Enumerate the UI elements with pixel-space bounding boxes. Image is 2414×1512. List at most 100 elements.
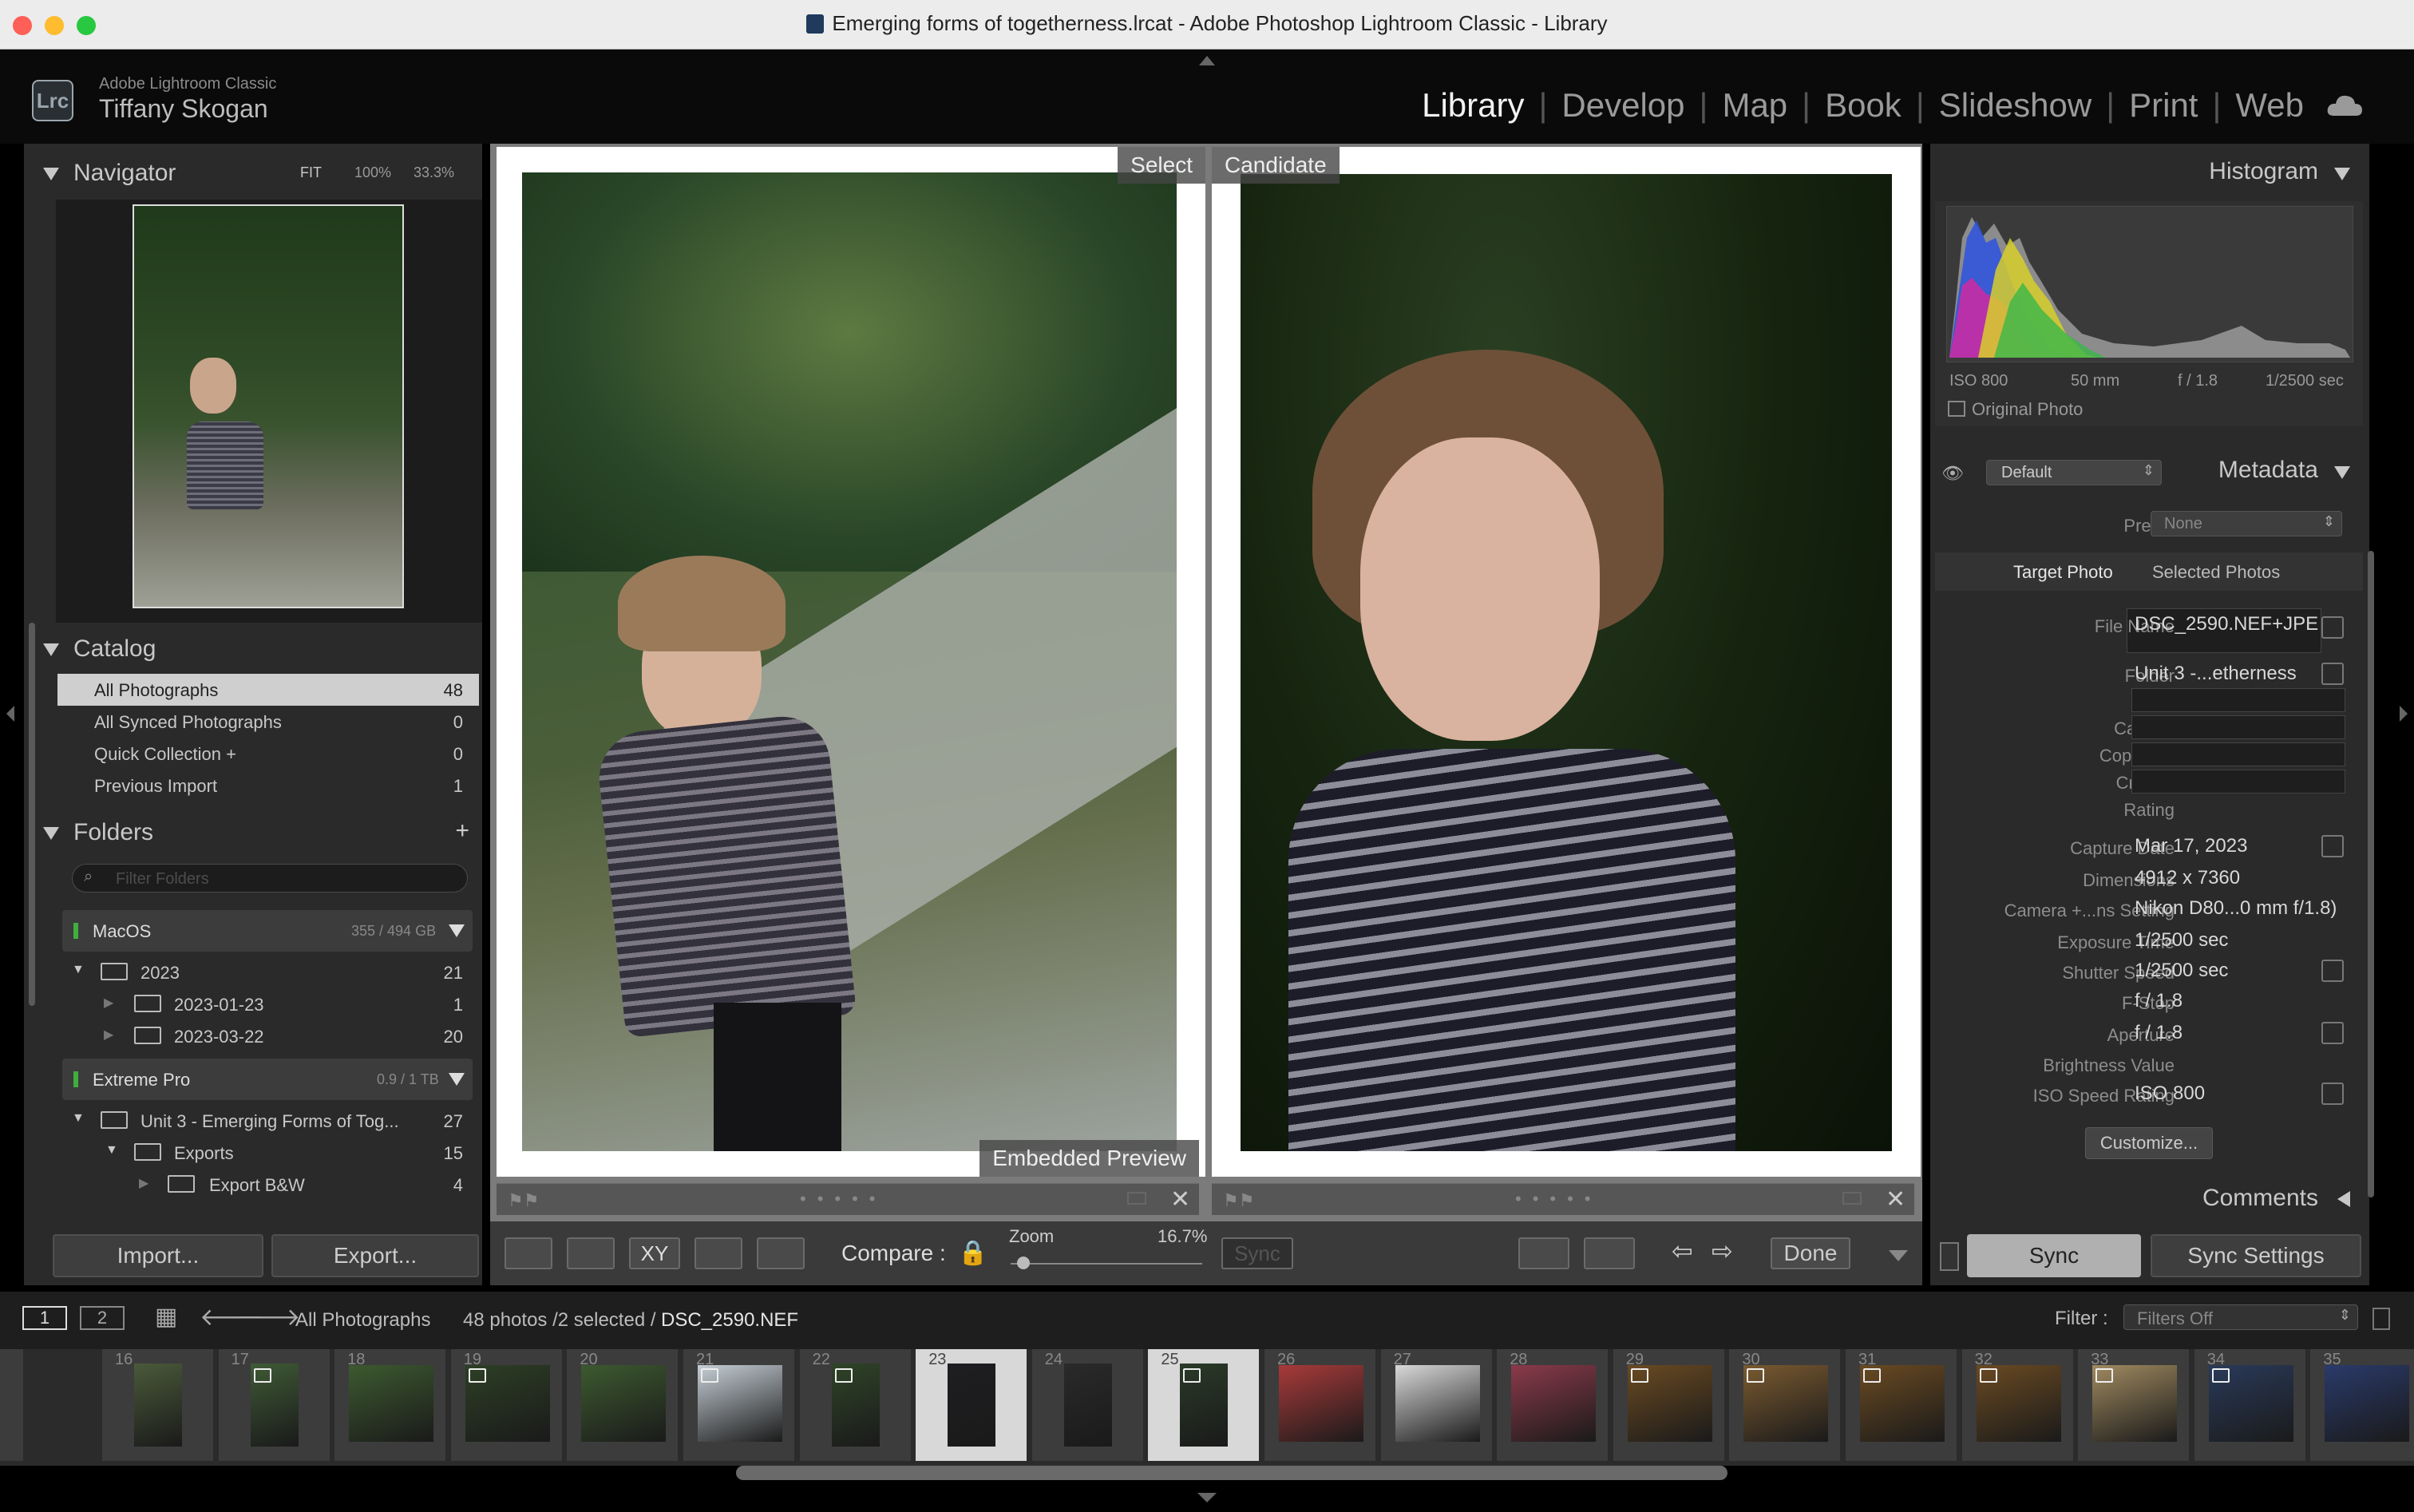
import-button[interactable]: Import... <box>53 1234 263 1277</box>
folder-filter-input[interactable]: ⌕ Filter Folders <box>72 864 468 893</box>
catalog-header[interactable]: Catalog <box>29 631 479 667</box>
filmstrip-cell[interactable]: 17 <box>218 1349 332 1461</box>
filmstrip-cell[interactable]: 35 <box>2310 1349 2414 1461</box>
module-develop[interactable]: Develop <box>1561 86 1684 125</box>
metadata-empty-field[interactable] <box>2131 742 2345 766</box>
zoom-fit[interactable]: FIT <box>300 164 322 181</box>
customize-button[interactable]: Customize... <box>2085 1127 2213 1159</box>
filmstrip-cell[interactable]: 27 <box>1380 1349 1494 1461</box>
filmstrip-cell[interactable]: 32 <box>1961 1349 2076 1461</box>
done-button[interactable]: Done <box>1771 1237 1850 1269</box>
candidate-photo[interactable] <box>1241 174 1892 1151</box>
filmstrip-cell[interactable]: 23 <box>916 1349 1030 1461</box>
flag-icons[interactable]: ⚑⚑ <box>1223 1190 1254 1211</box>
filter-select[interactable]: Filters Off ⇕ <box>2123 1304 2358 1330</box>
zoom-slider-track[interactable] <box>1011 1263 1202 1265</box>
module-web[interactable]: Web <box>2235 86 2304 125</box>
catalog-item-previous-import[interactable]: Previous Import 1 <box>57 770 479 802</box>
original-photo-checkbox[interactable] <box>1948 401 1965 417</box>
histogram-header[interactable]: Histogram <box>1930 155 2369 192</box>
volume-menu-icon[interactable] <box>449 924 465 937</box>
grid-view-icon[interactable] <box>505 1237 552 1269</box>
compare-view-icon[interactable]: XY <box>629 1237 680 1269</box>
filmstrip-cell[interactable]: 26 <box>1264 1349 1378 1461</box>
people-view-icon[interactable] <box>757 1237 805 1269</box>
screen1-button[interactable]: 1 <box>22 1306 67 1330</box>
module-map[interactable]: Map <box>1722 86 1787 125</box>
filmstrip-cell[interactable]: 24 <box>1031 1349 1146 1461</box>
rating-dots[interactable]: ••••• <box>800 1189 887 1209</box>
color-label-icon[interactable] <box>1842 1192 1862 1205</box>
sync-button-disabled[interactable]: Sync <box>1221 1237 1293 1269</box>
color-label-icon[interactable] <box>1127 1192 1146 1205</box>
metadata-preset-set-select[interactable]: Default ⇕ <box>1986 460 2162 485</box>
module-slideshow[interactable]: Slideshow <box>1939 86 2091 125</box>
zoom-slider-thumb[interactable] <box>1017 1257 1030 1269</box>
left-panel-scrollbar[interactable] <box>29 623 35 1006</box>
filmstrip-cell[interactable]: 30 <box>1729 1349 1843 1461</box>
metadata-action-icon[interactable] <box>2321 1022 2344 1044</box>
metadata-value[interactable]: DSC_2590.NEF+JPE <box>2135 613 2318 635</box>
metadata-empty-field[interactable] <box>2131 688 2345 712</box>
metadata-empty-field[interactable] <box>2131 770 2345 794</box>
navigator-preview[interactable] <box>56 200 482 623</box>
collapse-left-panel-icon[interactable] <box>6 706 14 722</box>
collapse-filmstrip-icon[interactable] <box>1197 1493 1217 1502</box>
tab-selected-photos[interactable]: Selected Photos <box>2152 562 2280 583</box>
metadata-action-icon[interactable] <box>2321 960 2344 982</box>
filmstrip-cell[interactable]: 22 <box>799 1349 913 1461</box>
zoom-custom[interactable]: 33.3% <box>414 164 454 181</box>
filmstrip-cell[interactable]: 29 <box>1613 1349 1727 1461</box>
preset-select[interactable]: None ⇕ <box>2151 511 2342 536</box>
add-folder-icon[interactable]: + <box>455 817 469 845</box>
module-print[interactable]: Print <box>2129 86 2198 125</box>
filmstrip-cell[interactable] <box>0 1349 26 1461</box>
folder-2023-01-23[interactable]: ▶ 2023-01-23 1 <box>57 988 479 1020</box>
sync-metadata-button[interactable]: Sync <box>1967 1234 2141 1277</box>
sync-settings-button[interactable]: Sync Settings <box>2151 1234 2361 1277</box>
right-panel-scrollbar[interactable] <box>2368 551 2374 1197</box>
filmstrip-filename[interactable]: DSC_2590.NEF <box>661 1309 798 1332</box>
filmstrip-cell[interactable]: 16 <box>102 1349 216 1461</box>
screen2-button[interactable]: 2 <box>80 1306 125 1330</box>
export-button[interactable]: Export... <box>271 1234 479 1277</box>
folder-export-bw[interactable]: ▶ Export B&W 4 <box>57 1169 479 1201</box>
close-select-icon[interactable]: ✕ <box>1170 1185 1190 1213</box>
loupe-view-icon[interactable] <box>567 1237 615 1269</box>
volume-extreme-pro[interactable]: Extreme Pro 0.9 / 1 TB <box>62 1059 473 1100</box>
forward-arrow-icon[interactable]: 🡒 <box>236 1303 300 1332</box>
folder-exports[interactable]: ▼ Exports 15 <box>57 1137 479 1169</box>
catalog-item-synced[interactable]: All Synced Photographs 0 <box>57 706 479 738</box>
filmstrip-cell[interactable]: 20 <box>567 1349 681 1461</box>
toolbar-menu-icon[interactable] <box>1889 1250 1908 1261</box>
swap-icon[interactable] <box>1518 1237 1569 1269</box>
auto-sync-switch[interactable] <box>1940 1242 1959 1271</box>
metadata-action-icon[interactable] <box>2321 616 2344 639</box>
collapse-right-panel-icon[interactable] <box>2400 706 2408 722</box>
close-candidate-icon[interactable]: ✕ <box>1886 1185 1905 1213</box>
metadata-header[interactable]: 👁 Default ⇕ Metadata <box>1930 453 2369 492</box>
navigator-header[interactable]: Navigator FIT 100% 33.3% <box>29 155 479 198</box>
previous-arrow-icon[interactable]: ⇦ <box>1672 1236 1693 1266</box>
filmstrip-cell[interactable]: 21 <box>683 1349 797 1461</box>
collapse-top-panel-icon[interactable] <box>1199 56 1215 65</box>
filmstrip-cell[interactable]: 33 <box>2078 1349 2192 1461</box>
filmstrip-source[interactable]: All Photographs <box>295 1309 430 1332</box>
module-book[interactable]: Book <box>1825 86 1902 125</box>
metadata-action-icon[interactable] <box>2321 1083 2344 1105</box>
folder-2023-03-22[interactable]: ▶ 2023-03-22 20 <box>57 1020 479 1052</box>
grid-icon[interactable]: ▦ <box>155 1303 177 1331</box>
make-select-icon[interactable] <box>1584 1237 1635 1269</box>
filmstrip-cell[interactable]: 34 <box>2194 1349 2308 1461</box>
filmstrip-cell[interactable]: 25 <box>1148 1349 1262 1461</box>
flag-icons[interactable]: ⚑⚑ <box>508 1190 539 1211</box>
folders-header[interactable]: Folders + <box>29 814 479 851</box>
filmstrip-cell[interactable]: 28 <box>1497 1349 1611 1461</box>
survey-view-icon[interactable] <box>695 1237 742 1269</box>
metadata-empty-field[interactable] <box>2131 715 2345 739</box>
tab-target-photo[interactable]: Target Photo <box>2013 562 2113 583</box>
catalog-item-all-photographs[interactable]: All Photographs 48 <box>57 674 479 706</box>
filter-lock-switch[interactable] <box>2372 1308 2390 1330</box>
candidate-frame[interactable]: Candidate <box>1212 147 1921 1177</box>
metadata-action-icon[interactable] <box>2321 663 2344 685</box>
